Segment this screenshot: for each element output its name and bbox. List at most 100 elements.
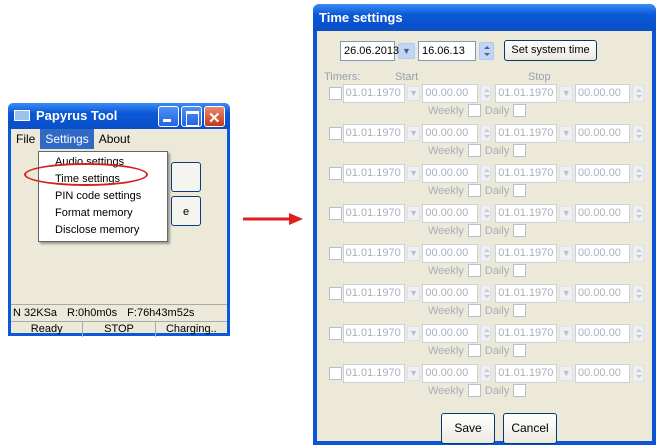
stop-date-input[interactable]: 01.01.1970 [495,323,558,343]
start-time-input[interactable]: 00.00.00 [422,283,478,303]
start-date-dropdown-icon[interactable]: ▼ [406,245,421,261]
start-date-input[interactable]: 01.01.1970 [342,83,405,103]
stop-time-spinner-icon[interactable] [632,284,645,302]
weekly-checkbox[interactable] [467,264,481,277]
start-date-dropdown-icon[interactable]: ▼ [406,85,421,101]
stop-date-input[interactable]: 01.01.1970 [495,203,558,223]
start-time-input[interactable]: 00.00.00 [422,243,478,263]
stop-time-input[interactable]: 00.00.00 [575,243,631,263]
daily-checkbox[interactable] [513,304,527,317]
stop-date-dropdown-icon[interactable]: ▼ [559,245,574,261]
start-date-input[interactable]: 01.01.1970 [342,363,405,383]
weekly-checkbox[interactable] [467,344,481,357]
start-date-input[interactable]: 01.01.1970 [342,283,405,303]
start-date-input[interactable]: 01.01.1970 [342,123,405,143]
stop-time-input[interactable]: 00.00.00 [575,363,631,383]
stop-time-input[interactable]: 00.00.00 [575,83,631,103]
start-time-spinner-icon[interactable] [479,84,492,102]
start-enable-checkbox[interactable] [329,126,342,140]
stop-date-dropdown-icon[interactable]: ▼ [559,85,574,101]
cancel-button[interactable]: Cancel [503,413,557,444]
papyrus-titlebar[interactable]: Papyrus Tool [8,103,230,132]
stop-date-input[interactable]: 01.01.1970 [495,363,558,383]
start-date-dropdown-icon[interactable]: ▼ [406,365,421,381]
close-button[interactable] [204,106,225,132]
stop-time-spinner-icon[interactable] [632,204,645,222]
daily-checkbox[interactable] [513,104,527,117]
date-input[interactable]: 26.06.2013 [340,40,399,61]
set-system-time-button[interactable]: Set system time [504,40,597,61]
stop-time-spinner-icon[interactable] [632,164,645,182]
start-enable-checkbox[interactable] [329,206,342,220]
start-enable-checkbox[interactable] [329,246,342,260]
stop-time-spinner-icon[interactable] [632,124,645,142]
stop-time-input[interactable]: 00.00.00 [575,283,631,303]
start-time-input[interactable]: 00.00.00 [422,203,478,223]
menu-about[interactable]: About [94,129,135,149]
stop-date-dropdown-icon[interactable]: ▼ [559,205,574,221]
start-time-spinner-icon[interactable] [479,284,492,302]
stop-time-input[interactable]: 00.00.00 [575,163,631,183]
start-date-input[interactable]: 01.01.1970 [342,163,405,183]
start-date-dropdown-icon[interactable]: ▼ [406,125,421,141]
start-time-spinner-icon[interactable] [479,164,492,182]
start-enable-checkbox[interactable] [329,166,342,180]
stop-date-input[interactable]: 01.01.1970 [495,243,558,263]
daily-checkbox[interactable] [513,224,527,237]
save-button[interactable]: Save [441,413,495,444]
stop-date-input[interactable]: 01.01.1970 [495,123,558,143]
start-date-input[interactable]: 01.01.1970 [342,243,405,263]
start-date-dropdown-icon[interactable]: ▼ [406,165,421,181]
start-time-input[interactable]: 00.00.00 [422,123,478,143]
date2-spinner-icon[interactable] [479,41,494,60]
stop-time-input[interactable]: 00.00.00 [575,323,631,343]
daily-checkbox[interactable] [513,344,527,357]
daily-checkbox[interactable] [513,264,527,277]
main-button-1[interactable] [171,162,201,192]
start-time-spinner-icon[interactable] [479,364,492,382]
stop-time-input[interactable]: 00.00.00 [575,203,631,223]
start-time-spinner-icon[interactable] [479,204,492,222]
weekly-checkbox[interactable] [467,104,481,117]
stop-time-spinner-icon[interactable] [632,84,645,102]
time-settings-titlebar[interactable]: Time settings [313,4,656,31]
start-time-spinner-icon[interactable] [479,244,492,262]
stop-date-dropdown-icon[interactable]: ▼ [559,365,574,381]
menu-file[interactable]: File [11,129,40,149]
daily-checkbox[interactable] [513,184,527,197]
daily-checkbox[interactable] [513,384,527,397]
minimize-button[interactable] [158,106,179,127]
maximize-button[interactable] [181,106,202,127]
menu-item-format-memory[interactable]: Format memory [39,205,167,222]
stop-date-dropdown-icon[interactable]: ▼ [559,325,574,341]
start-time-spinner-icon[interactable] [479,324,492,342]
start-date-input[interactable]: 01.01.1970 [342,203,405,223]
stop-time-spinner-icon[interactable] [632,364,645,382]
start-time-input[interactable]: 00.00.00 [422,83,478,103]
stop-date-dropdown-icon[interactable]: ▼ [559,165,574,181]
weekly-checkbox[interactable] [467,384,481,397]
start-time-input[interactable]: 00.00.00 [422,323,478,343]
date2-input[interactable]: 16.06.13 [418,40,476,61]
start-time-input[interactable]: 00.00.00 [422,163,478,183]
weekly-checkbox[interactable] [467,224,481,237]
stop-time-input[interactable]: 00.00.00 [575,123,631,143]
menu-item-disclose-memory[interactable]: Disclose memory [39,222,167,239]
start-enable-checkbox[interactable] [329,326,342,340]
stop-time-spinner-icon[interactable] [632,244,645,262]
start-date-input[interactable]: 01.01.1970 [342,323,405,343]
main-button-2[interactable]: e [171,196,201,226]
stop-date-dropdown-icon[interactable]: ▼ [559,125,574,141]
menu-settings[interactable]: Settings [40,129,94,149]
stop-time-spinner-icon[interactable] [632,324,645,342]
stop-date-input[interactable]: 01.01.1970 [495,283,558,303]
start-time-spinner-icon[interactable] [479,124,492,142]
daily-checkbox[interactable] [513,144,527,157]
start-enable-checkbox[interactable] [329,366,342,380]
stop-date-dropdown-icon[interactable]: ▼ [559,285,574,301]
weekly-checkbox[interactable] [467,304,481,317]
start-date-dropdown-icon[interactable]: ▼ [406,325,421,341]
start-date-dropdown-icon[interactable]: ▼ [406,285,421,301]
start-date-dropdown-icon[interactable]: ▼ [406,205,421,221]
start-time-input[interactable]: 00.00.00 [422,363,478,383]
